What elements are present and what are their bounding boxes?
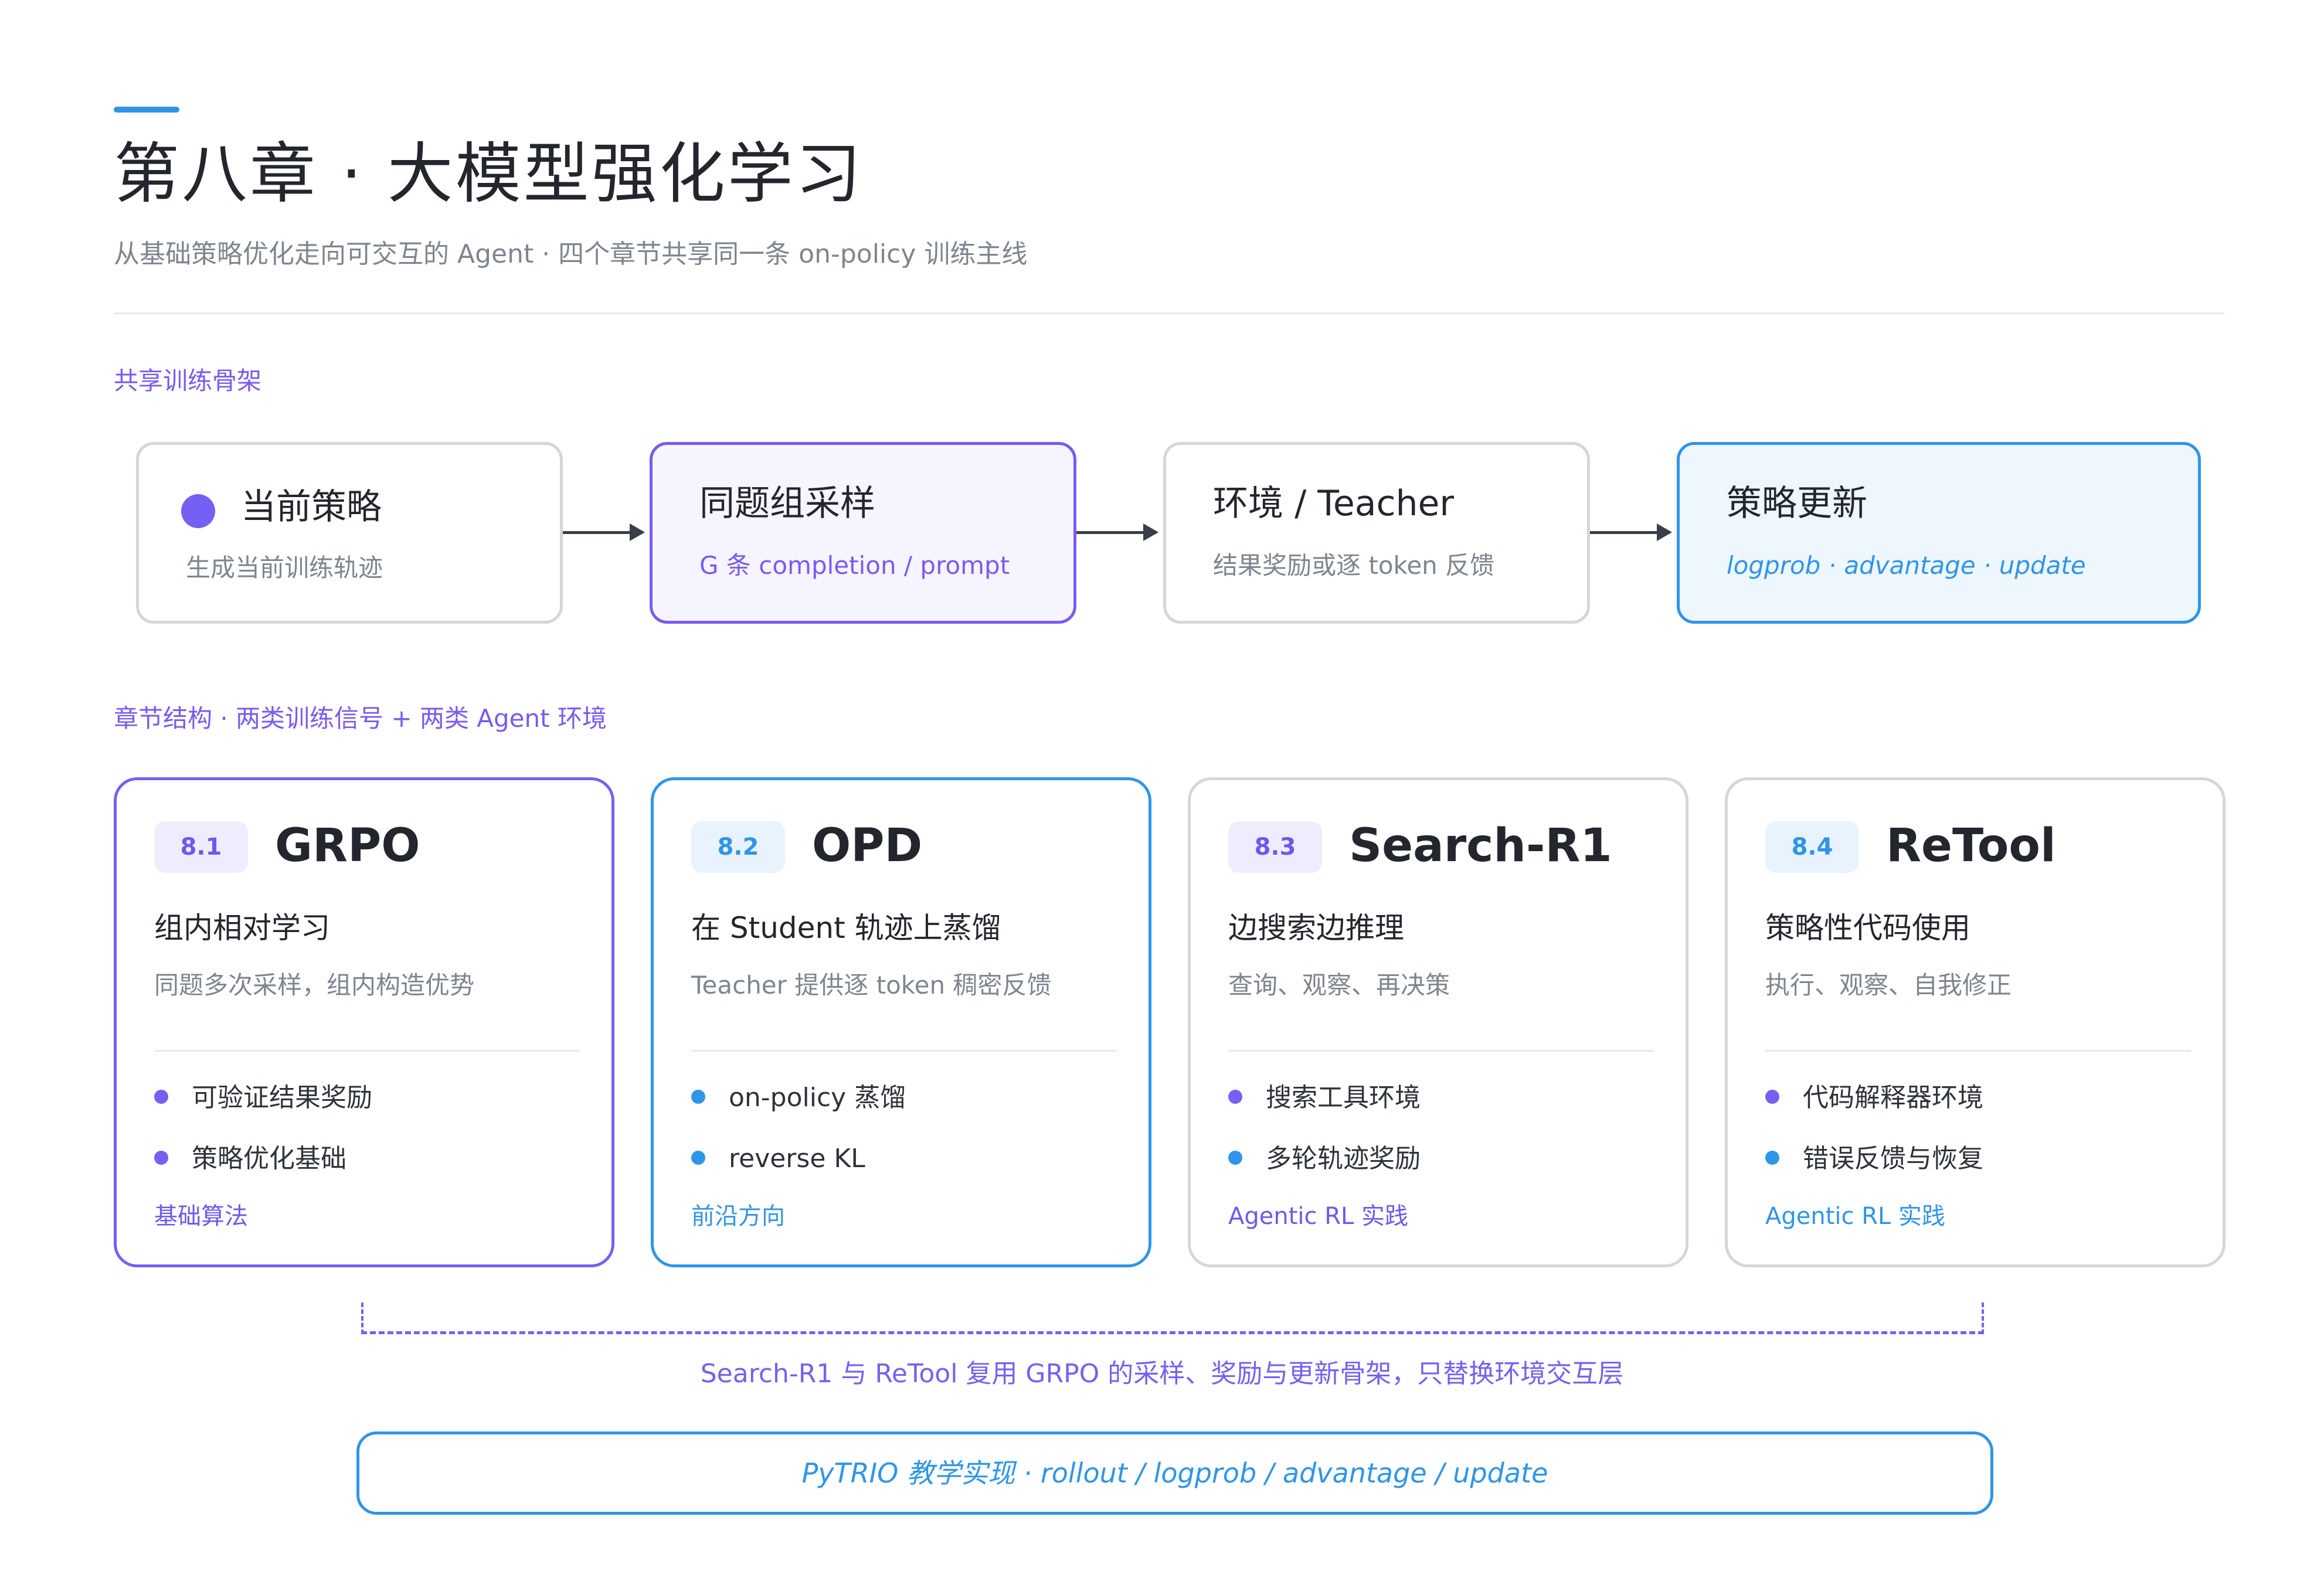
chapter-title: Search-R1 (1349, 819, 1612, 872)
feature-label: on-policy 蒸馏 (729, 1083, 906, 1113)
section-label-backbone: 共享训练骨架 (114, 366, 262, 395)
chapter-description: 查询、观察、再决策 (1228, 971, 1450, 999)
pipeline-stage-group-sampling: 同题组采样 G 条 completion / prompt (650, 442, 1076, 624)
bullet-dot-icon (1765, 1090, 1779, 1104)
feature-label: 代码解释器环境 (1803, 1083, 1983, 1113)
stage-subtitle: G 条 completion / prompt (699, 551, 1010, 580)
chapter-title: OPD (812, 819, 923, 872)
stage-title: 策略更新 (1727, 483, 1867, 524)
section-label-structure: 章节结构 · 两类训练信号 + 两类 Agent 环境 (114, 704, 607, 733)
bullet-dot-icon (691, 1090, 705, 1104)
chapter-category-tag: 基础算法 (154, 1203, 248, 1230)
chapter-subtitle: 在 Student 轨迹上蒸馏 (691, 911, 1001, 945)
chapter-feature-item: reverse KL (691, 1141, 865, 1176)
policy-dot-icon (181, 494, 215, 528)
chapter-description: Teacher 提供逐 token 稠密反馈 (691, 971, 1052, 999)
chapter-number-badge: 8.1 (154, 821, 248, 873)
chapter-feature-item: 代码解释器环境 (1765, 1080, 1983, 1116)
chapter-description: 同题多次采样，组内构造优势 (154, 971, 475, 999)
feature-label: 多轮轨迹奖励 (1266, 1144, 1421, 1174)
arrow-right-icon (1076, 523, 1158, 541)
chapter-title: GRPO (275, 819, 420, 872)
chapter-subtitle: 策略性代码使用 (1765, 911, 1970, 945)
bullet-dot-icon (691, 1151, 705, 1165)
chapter-card-opd: 8.2 OPD 在 Student 轨迹上蒸馏 Teacher 提供逐 toke… (651, 777, 1151, 1267)
card-divider (1228, 1050, 1654, 1052)
stage-title: 当前策略 (241, 487, 382, 528)
pipeline-stage-policy-update: 策略更新 logprob · advantage · update (1677, 442, 2201, 624)
chapter-feature-item: 多轮轨迹奖励 (1228, 1141, 1421, 1176)
chapter-title: ReTool (1886, 819, 2056, 872)
bracket-note: Search-R1 与 ReTool 复用 GRPO 的采样、奖励与更新骨架，只… (700, 1359, 1624, 1389)
chapter-subtitle: 组内相对学习 (154, 911, 330, 945)
shared-backbone-bracket (361, 1303, 1984, 1334)
stage-title: 环境 / Teacher (1213, 483, 1455, 524)
bullet-dot-icon (1228, 1090, 1242, 1104)
chapter-feature-item: 可验证结果奖励 (154, 1080, 372, 1116)
chapter-feature-item: on-policy 蒸馏 (691, 1080, 906, 1116)
chapter-subtitle: 边搜索边推理 (1228, 911, 1404, 945)
chapter-category-tag: Agentic RL 实践 (1228, 1203, 1409, 1230)
stage-subtitle: 结果奖励或逐 token 反馈 (1213, 551, 1495, 580)
bullet-dot-icon (1765, 1151, 1779, 1165)
page-title: 第八章 · 大模型强化学习 (114, 136, 864, 212)
implementation-banner: PyTRIO 教学实现 · rollout / logprob / advant… (356, 1431, 1993, 1515)
chapter-category-tag: 前沿方向 (691, 1203, 785, 1230)
pipeline-stage-environment-teacher: 环境 / Teacher 结果奖励或逐 token 反馈 (1163, 442, 1590, 624)
feature-label: 搜索工具环境 (1266, 1083, 1421, 1113)
chapter-description: 执行、观察、自我修正 (1765, 971, 2012, 999)
stage-subtitle: logprob · advantage · update (1727, 551, 2086, 580)
bullet-dot-icon (154, 1090, 168, 1104)
chapter-feature-item: 搜索工具环境 (1228, 1080, 1421, 1116)
arrow-right-icon (1590, 523, 1672, 541)
chapter-card-grpo: 8.1 GRPO 组内相对学习 同题多次采样，组内构造优势 可验证结果奖励 策略… (114, 777, 614, 1267)
feature-label: reverse KL (729, 1144, 865, 1174)
bullet-dot-icon (154, 1151, 168, 1165)
title-accent-bar (114, 107, 179, 113)
chapter-number-badge: 8.2 (691, 821, 785, 873)
feature-label: 可验证结果奖励 (192, 1083, 372, 1113)
chapter-card-search-r1: 8.3 Search-R1 边搜索边推理 查询、观察、再决策 搜索工具环境 多轮… (1188, 777, 1688, 1267)
chapter-number-badge: 8.4 (1765, 821, 1859, 873)
pipeline-stage-current-policy: 当前策略 生成当前训练轨迹 (136, 442, 563, 624)
arrow-right-icon (563, 523, 645, 541)
chapter-number-badge: 8.3 (1228, 821, 1322, 873)
chapter-feature-item: 错误反馈与恢复 (1765, 1141, 1983, 1176)
feature-label: 策略优化基础 (192, 1144, 346, 1174)
stage-title: 同题组采样 (699, 483, 875, 524)
page-subtitle: 从基础策略优化走向可交互的 Agent · 四个章节共享同一条 on-polic… (114, 239, 1028, 269)
card-divider (154, 1050, 580, 1052)
chapter-card-retool: 8.4 ReTool 策略性代码使用 执行、观察、自我修正 代码解释器环境 错误… (1725, 777, 2226, 1267)
stage-subtitle: 生成当前训练轨迹 (186, 553, 383, 582)
card-divider (1765, 1050, 2191, 1052)
card-divider (691, 1050, 1117, 1052)
chapter-feature-item: 策略优化基础 (154, 1141, 346, 1176)
header-divider (114, 312, 2224, 314)
bullet-dot-icon (1228, 1151, 1242, 1165)
feature-label: 错误反馈与恢复 (1803, 1144, 1983, 1174)
chapter-category-tag: Agentic RL 实践 (1765, 1203, 1946, 1230)
